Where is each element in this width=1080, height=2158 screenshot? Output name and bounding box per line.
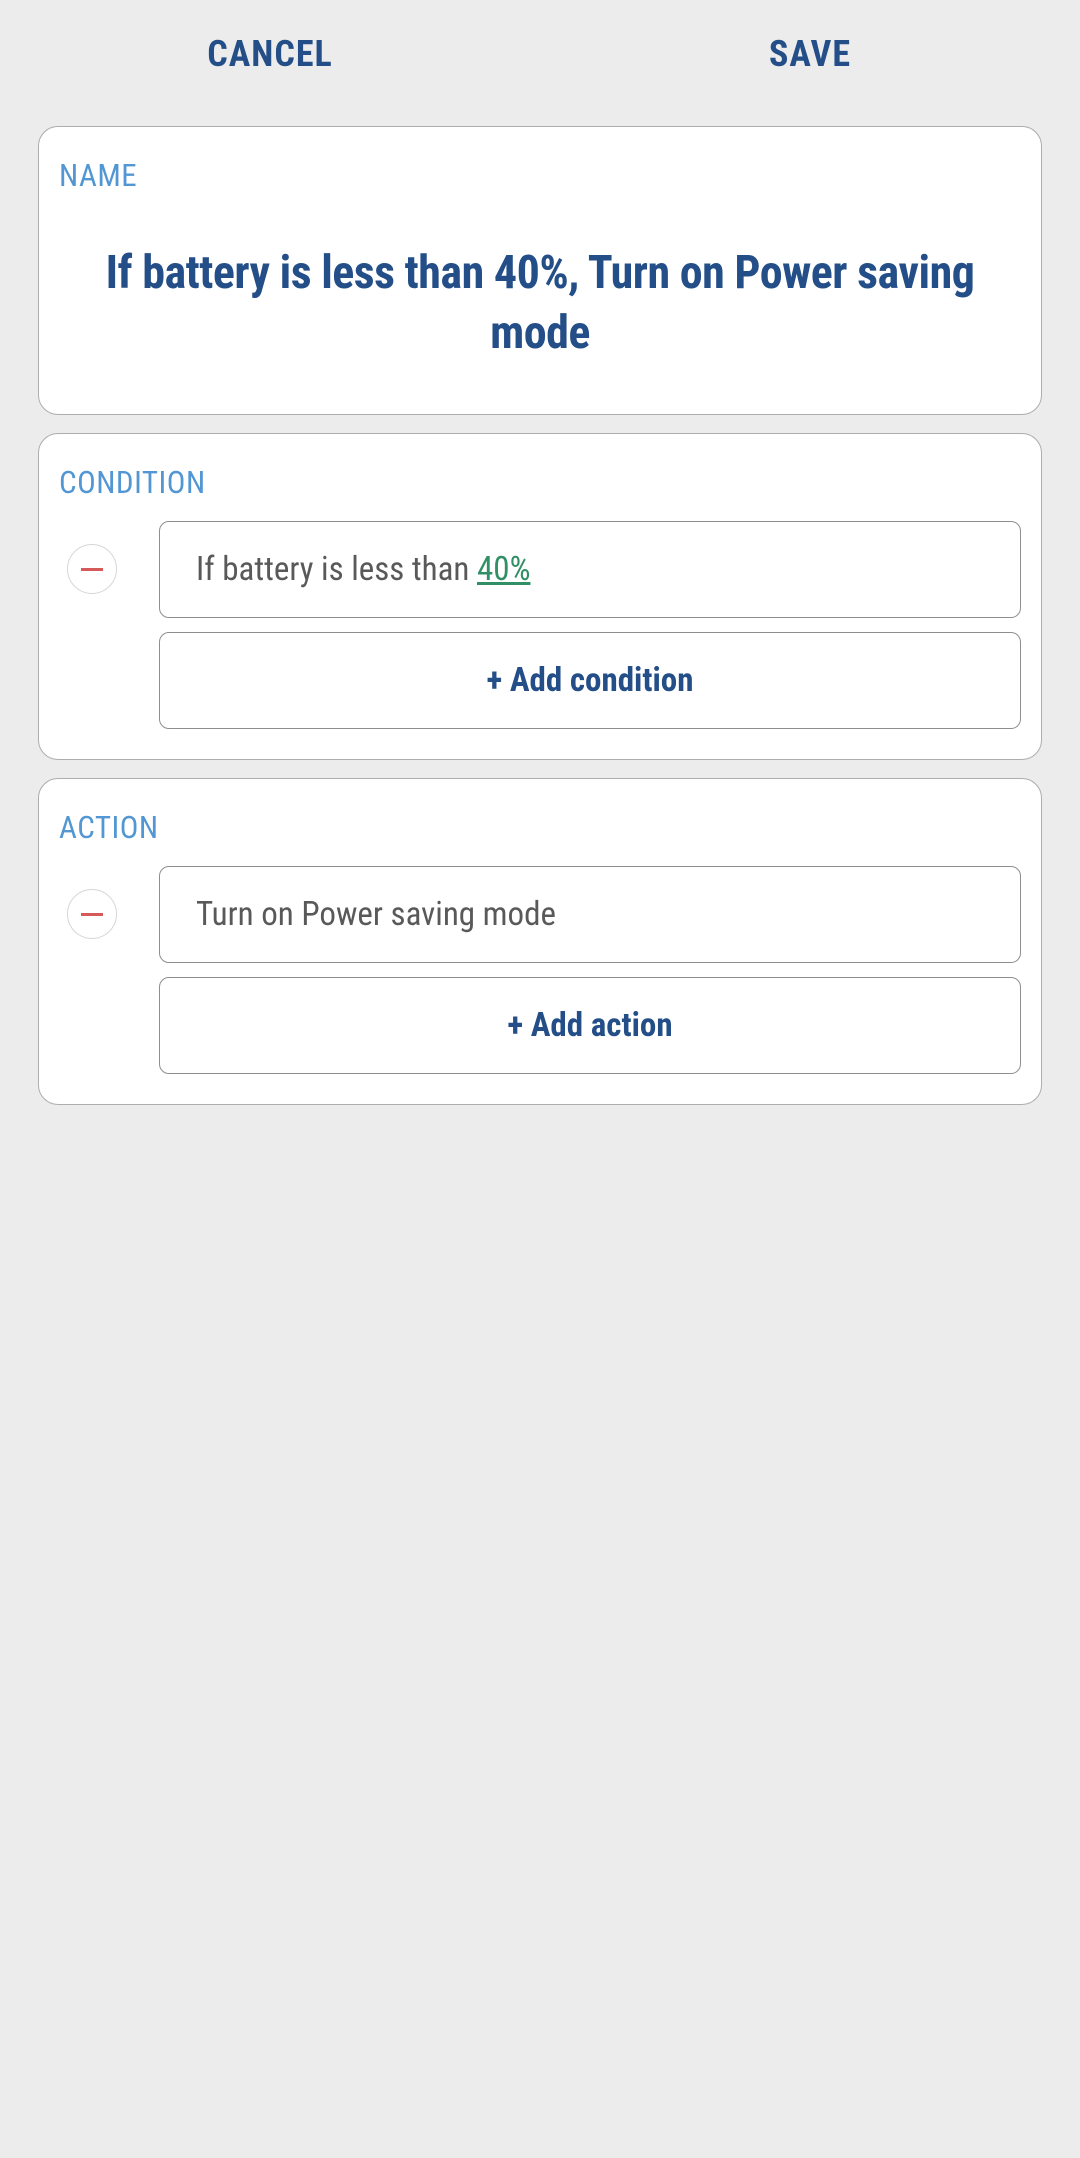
remove-condition-button[interactable] [67,544,117,594]
action-section-label: ACTION [59,809,1021,846]
action-item[interactable]: Turn on Power saving mode [159,866,1021,963]
action-card: ACTION Turn on Power saving mode + Add a… [38,778,1042,1105]
cancel-button[interactable]: CANCEL [0,0,540,108]
name-section-label: NAME [59,157,1021,194]
add-action-button[interactable]: + Add action [159,977,1021,1074]
spacer [59,632,159,729]
condition-prefix-text: If battery is less than [196,550,477,589]
action-text: Turn on Power saving mode [196,895,556,934]
rule-name-value[interactable]: If battery is less than 40%, Turn on Pow… [59,214,1021,374]
minus-icon [81,568,103,571]
add-condition-row: + Add condition [59,632,1021,729]
condition-value-link[interactable]: 40% [477,550,530,589]
add-condition-button[interactable]: + Add condition [159,632,1021,729]
condition-section-label: CONDITION [59,464,1021,501]
header-bar: CANCEL SAVE [0,0,1080,108]
save-button[interactable]: SAVE [540,0,1080,108]
action-row: Turn on Power saving mode [59,866,1021,963]
name-card: NAME If battery is less than 40%, Turn o… [38,126,1042,415]
spacer [59,977,159,1074]
condition-item[interactable]: If battery is less than 40% [159,521,1021,618]
condition-row: If battery is less than 40% [59,521,1021,618]
add-action-row: + Add action [59,977,1021,1074]
minus-icon [81,913,103,916]
remove-action-button[interactable] [67,889,117,939]
condition-card: CONDITION If battery is less than 40% + … [38,433,1042,760]
content-area: NAME If battery is less than 40%, Turn o… [0,108,1080,1141]
